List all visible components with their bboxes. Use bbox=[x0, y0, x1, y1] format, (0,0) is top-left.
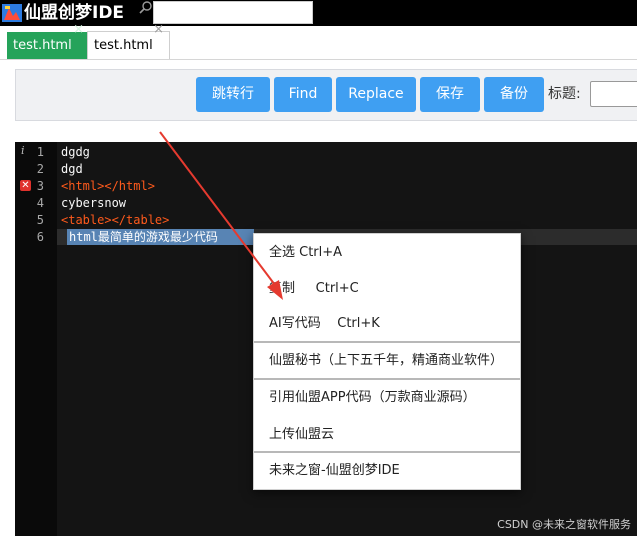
line-number: 1 bbox=[36, 145, 44, 159]
menu-item-ai-code[interactable]: AI写代码 Ctrl+K bbox=[269, 315, 380, 333]
backup-button[interactable]: 备份 bbox=[484, 77, 544, 112]
menu-item-upload-cloud[interactable]: 上传仙盟云 bbox=[269, 426, 334, 444]
tab-test-html-active[interactable]: test.html × bbox=[7, 23, 87, 60]
context-menu: 全选 Ctrl+A 复制 Ctrl+C AI写代码 Ctrl+K 仙盟秘书（上下… bbox=[253, 233, 521, 490]
menu-item-copy[interactable]: 复制 Ctrl+C bbox=[269, 280, 359, 298]
code-line[interactable]: cybersnow bbox=[61, 195, 126, 211]
code-line-selected[interactable]: html最简单的游戏最少代码 bbox=[69, 229, 218, 245]
line-number: 5 bbox=[36, 213, 44, 227]
replace-button[interactable]: Replace bbox=[336, 77, 416, 112]
menu-divider bbox=[254, 451, 520, 453]
close-icon[interactable]: × bbox=[73, 23, 84, 37]
find-button[interactable]: Find bbox=[274, 77, 332, 112]
tab-test-html[interactable]: test.html × bbox=[87, 23, 170, 60]
tab-label: test.html bbox=[13, 38, 72, 53]
menu-item-secretary[interactable]: 仙盟秘书（上下五千年，精通商业软件） bbox=[269, 352, 503, 370]
code-line[interactable]: <table></table> bbox=[61, 212, 169, 228]
app-logo-icon bbox=[2, 4, 22, 22]
watermark: CSDN @未来之窗软件服务 bbox=[497, 518, 631, 531]
save-button[interactable]: 保存 bbox=[420, 77, 480, 112]
tab-label: test.html bbox=[94, 38, 153, 53]
code-line[interactable]: dgdg bbox=[61, 144, 90, 160]
line-number: 3 bbox=[36, 179, 44, 193]
menu-divider bbox=[254, 341, 520, 343]
title-field[interactable] bbox=[590, 81, 637, 107]
close-icon[interactable]: × bbox=[153, 23, 164, 37]
tab-divider bbox=[0, 59, 637, 60]
menu-divider bbox=[254, 378, 520, 380]
search-input[interactable] bbox=[153, 1, 313, 24]
menu-item-future-window[interactable]: 未来之窗-仙盟创梦IDE bbox=[269, 462, 400, 480]
menu-item-cite-app-code[interactable]: 引用仙盟APP代码（万款商业源码） bbox=[269, 389, 476, 407]
goto-line-button[interactable]: 跳转行 bbox=[196, 77, 270, 112]
title-field-label: 标题: bbox=[548, 86, 581, 102]
menu-item-select-all[interactable]: 全选 Ctrl+A bbox=[269, 244, 342, 262]
code-line[interactable]: <html></html> bbox=[61, 178, 155, 194]
code-line[interactable]: dgd bbox=[61, 161, 83, 177]
line-number: 4 bbox=[36, 196, 44, 210]
line-number: 6 bbox=[36, 230, 44, 244]
line-number: 2 bbox=[36, 162, 44, 176]
